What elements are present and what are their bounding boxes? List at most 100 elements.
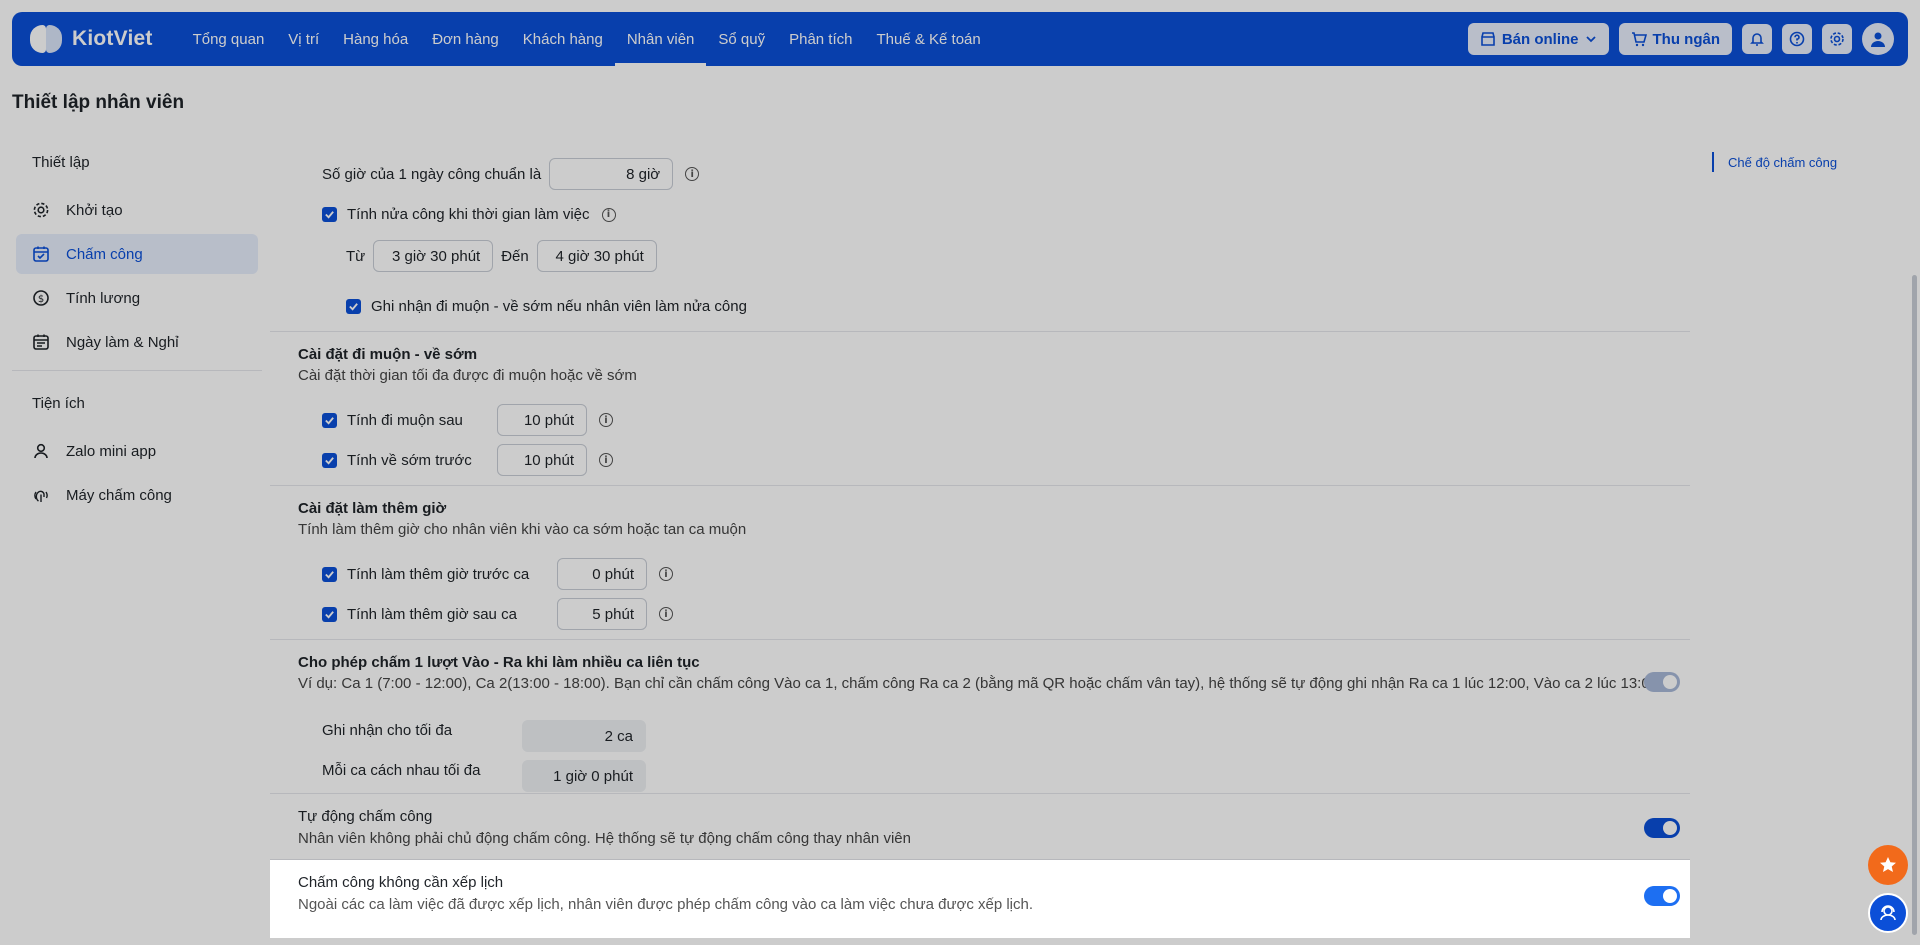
nav-item-tax-accounting[interactable]: Thuế & Kế toán [864,12,992,66]
check-icon [325,416,334,425]
page-scrollbar[interactable] [1912,275,1917,935]
page-title: Thiết lập nhân viên [12,92,185,113]
section-no-schedule-highlight: Chấm công không cần xếp lịch Ngoài các c… [270,860,1690,938]
shop-icon [1481,32,1495,46]
overtime-title: Cài đặt làm thêm giờ [298,500,447,517]
sidebar-item-timekeeping[interactable]: Chấm công [16,234,258,274]
no-schedule-desc: Ngoài các ca làm việc đã được xếp lịch, … [298,896,1034,913]
late-minutes-input[interactable]: 10 phút [497,404,587,436]
section-standard-day: Số giờ của 1 ngày công chuẩn là 8 giờ i … [270,138,1690,332]
sidebar-item-time-clock[interactable]: Máy chấm công [16,475,258,515]
anchor-timekeeping-mode[interactable]: Chế độ chấm công [1712,152,1837,172]
overtime-after-input[interactable]: 5 phút [557,598,647,630]
help-button[interactable] [1782,24,1812,54]
multi-shift-desc: Ví dụ: Ca 1 (7:00 - 12:00), Ca 2(13:00 -… [298,675,1659,692]
sidebar-divider [12,370,262,371]
no-schedule-toggle[interactable] [1644,886,1680,906]
favorite-float-button[interactable] [1868,845,1908,885]
record-late-half-day-label: Ghi nhận đi muộn - về sớm nếu nhân viên … [371,298,747,315]
brand-name: KiotViet [72,27,153,50]
sidebar-item-label: Khởi tạo [66,201,123,219]
overtime-before-checkbox[interactable] [322,566,337,582]
half-day-checkbox[interactable] [322,207,337,222]
early-minutes-value: 10 phút [523,451,574,469]
notification-button[interactable] [1742,24,1772,54]
logo[interactable]: KiotViet [28,21,153,57]
nav-item-employees[interactable]: Nhân viên [614,12,707,66]
support-agent-icon [1880,905,1896,921]
sidebar-item-label: Chấm công [66,245,143,263]
late-minutes-value: 10 phút [523,411,574,429]
early-checkbox[interactable] [322,452,337,468]
section-overtime: Cài đặt làm thêm giờ Tính làm thêm giờ c… [270,486,1690,640]
logo-icon [28,21,64,57]
max-shifts-label: Ghi nhận cho tối đa [322,721,453,739]
section-anchor-nav: Chế độ chấm công [1712,138,1910,186]
half-day-from-value: 3 giờ 30 phút [391,247,481,265]
overtime-after-checkbox[interactable] [322,606,337,622]
section-multi-shift: Cho phép chấm 1 lượt Vào - Ra khi làm nh… [270,640,1690,794]
info-icon[interactable]: i [599,453,613,467]
svg-text:$: $ [38,294,44,305]
nav-actions: Bán online Thu ngân [1467,23,1894,55]
sell-online-button[interactable]: Bán online [1467,23,1609,55]
sidebar-item-label: Zalo mini app [66,442,157,460]
no-schedule-title: Chấm công không cần xếp lịch [298,874,504,891]
bell-icon [1750,33,1764,46]
nav-item-products[interactable]: Hàng hóa [331,12,420,66]
info-icon[interactable]: i [599,413,613,427]
sidebar-item-zalo-mini-app[interactable]: Zalo mini app [16,431,258,471]
gear-icon [1830,32,1844,46]
from-label: Từ [346,247,366,265]
late-checkbox[interactable] [322,412,337,428]
check-icon [349,303,358,311]
late-early-title: Cài đặt đi muộn - về sớm [298,346,478,363]
overtime-after-value: 5 phút [592,605,634,623]
user-avatar[interactable] [1862,23,1894,55]
sidebar-group-settings: Thiết lập [32,153,90,171]
multi-shift-toggle[interactable] [1644,672,1680,692]
nav-item-customers[interactable]: Khách hàng [511,12,615,66]
overtime-before-label: Tính làm thêm giờ trước ca [347,565,530,583]
standard-hours-value: 8 giờ [626,165,661,183]
late-label: Tính đi muộn sau [347,411,463,429]
cashier-button[interactable]: Thu ngân [1618,23,1732,55]
sidebar-item-label: Ngày làm & Nghỉ [66,333,179,351]
sidebar-item-init[interactable]: Khởi tạo [16,190,258,230]
early-minutes-input[interactable]: 10 phút [497,444,587,476]
record-late-half-day-checkbox[interactable] [346,299,361,314]
shift-gap-input[interactable]: 1 giờ 0 phút [522,760,646,792]
auto-timekeeping-toggle[interactable] [1644,818,1680,838]
top-navbar: KiotViet Tổng quan Vị trí Hàng hóa Đơn h… [12,12,1908,66]
check-icon [325,570,334,579]
half-day-to-value: 4 giờ 30 phút [555,247,644,265]
info-icon[interactable]: i [601,207,616,222]
settings-button[interactable] [1822,24,1852,54]
standard-hours-input[interactable]: 8 giờ [549,158,674,190]
auto-timekeeping-desc: Nhân viên không phải chủ động chấm công.… [298,830,911,847]
half-day-from-input[interactable]: 3 giờ 30 phút [373,240,494,272]
overtime-before-input[interactable]: 0 phút [557,558,647,590]
nav-item-orders[interactable]: Đơn hàng [420,12,511,66]
nav-item-cashbook[interactable]: Sổ quỹ [706,12,777,66]
nav-item-overview[interactable]: Tổng quan [181,12,277,66]
info-icon[interactable]: i [685,167,700,181]
shift-gap-value: 1 giờ 0 phút [553,767,633,785]
info-icon[interactable]: i [659,567,673,581]
cart-icon [1631,32,1647,47]
support-float-button[interactable] [1868,893,1908,933]
overtime-desc: Tính làm thêm giờ cho nhân viên khi vào … [298,521,747,538]
standard-hours-label: Số giờ của 1 ngày công chuẩn là [322,165,542,183]
nav-item-location[interactable]: Vị trí [276,12,331,66]
info-icon[interactable]: i [659,607,673,621]
multi-shift-title: Cho phép chấm 1 lượt Vào - Ra khi làm nh… [298,654,700,671]
nav-menu: Tổng quan Vị trí Hàng hóa Đơn hàng Khách… [181,12,993,66]
half-day-to-input[interactable]: 4 giờ 30 phút [536,240,657,272]
sidebar-item-label: Máy chấm công [66,486,172,504]
sidebar-item-workdays[interactable]: Ngày làm & Nghỉ [16,322,258,362]
nav-item-analytics[interactable]: Phân tích [777,12,864,66]
max-shifts-value: 2 ca [604,727,633,745]
auto-timekeeping-title: Tự động chấm công [298,808,433,825]
user-icon [1871,32,1885,47]
sidebar-item-payroll[interactable]: $ Tính lương [16,278,258,318]
